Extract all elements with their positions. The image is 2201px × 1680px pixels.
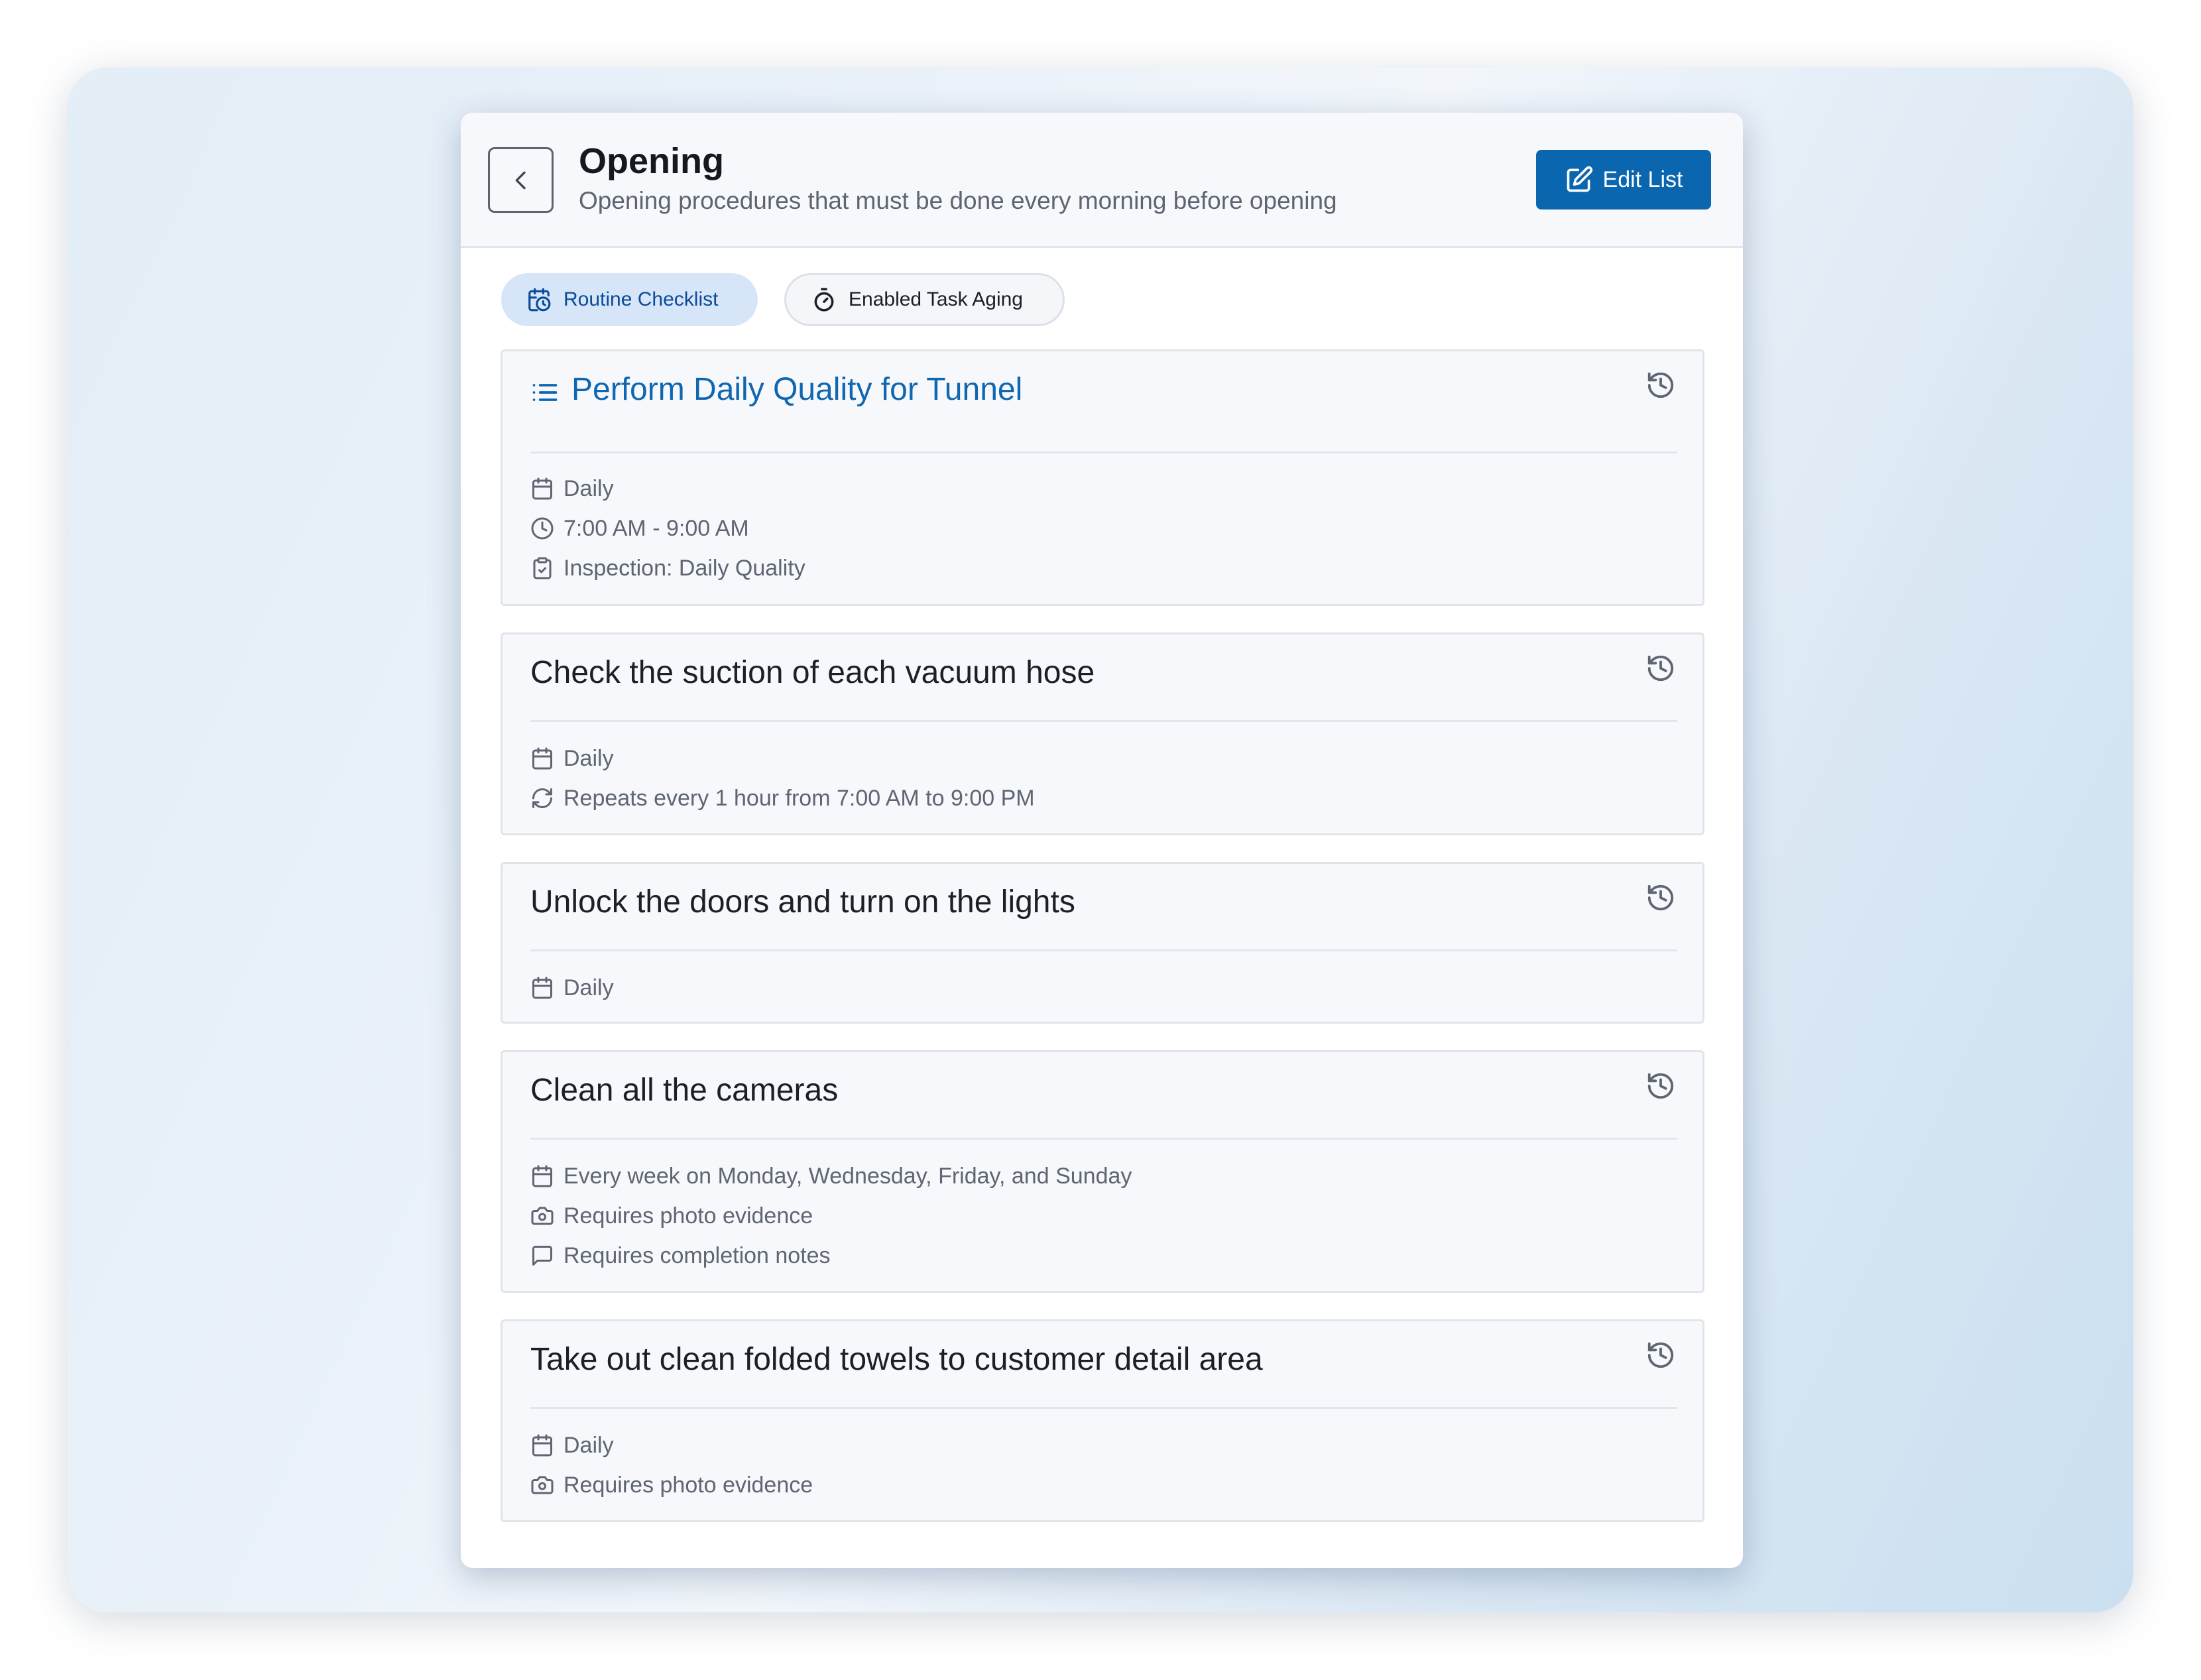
routine-checklist-tag: Routine Checklist [501,273,758,326]
inspection-meta: Inspection: Daily Quality [530,552,805,585]
task-title[interactable]: Perform Daily Quality for Tunnel [571,371,1022,408]
task-title: Take out clean folded towels to customer… [530,1342,1263,1377]
comment-icon [532,1246,552,1266]
history-icon[interactable] [1645,1340,1676,1370]
calendar-clock-icon [528,288,551,312]
schedule-meta: Daily [530,472,614,505]
history-icon[interactable] [1645,882,1676,913]
camera-icon [531,1207,554,1225]
task-card[interactable]: Clean all the cameras Every week on Mond… [501,1050,1704,1293]
clock-icon [531,517,554,540]
photo-requirement-meta: Requires photo evidence [530,1199,813,1232]
routine-checklist-label: Routine Checklist [564,288,719,310]
task-card[interactable]: Check the suction of each vacuum hose Da… [501,632,1704,835]
calendar-icon [532,1165,552,1187]
schedule-meta: Daily [530,742,614,775]
card-divider [530,720,1677,722]
list-icon [532,384,558,401]
card-divider [530,1138,1677,1140]
card-divider [530,451,1677,453]
edit-icon [1567,166,1592,192]
schedule-meta: Every week on Monday, Wednesday, Friday,… [530,1160,1132,1193]
task-title: Check the suction of each vacuum hose [530,655,1095,690]
edit-list-button[interactable]: Edit List [1536,150,1711,210]
page-title: Opening [579,141,724,181]
history-icon[interactable] [1645,370,1676,400]
history-icon[interactable] [1645,1071,1676,1101]
calendar-icon [532,1434,552,1457]
photo-requirement-meta: Requires photo evidence [530,1469,813,1502]
timer-icon [814,288,834,312]
task-aging-tag: Enabled Task Aging [784,273,1065,326]
edit-list-label: Edit List [1602,166,1683,192]
schedule-meta: Daily [530,1429,614,1462]
clipboard-icon [533,557,552,579]
task-title: Unlock the doors and turn on the lights [530,884,1075,920]
page-subtitle: Opening procedures that must be done eve… [579,187,1337,214]
notes-requirement-meta: Requires completion notes [530,1239,831,1272]
checklist-panel: Opening Opening procedures that must be … [461,113,1743,1568]
card-divider [530,1407,1677,1409]
calendar-icon [532,477,552,500]
task-card[interactable]: Perform Daily Quality for Tunnel Daily 7… [501,349,1704,606]
repeat-icon [532,788,552,808]
camera-icon [531,1476,554,1494]
history-icon[interactable] [1645,653,1676,684]
calendar-icon [532,747,552,770]
calendar-icon [532,977,552,999]
task-title: Clean all the cameras [530,1073,839,1108]
time-meta: 7:00 AM - 9:00 AM [530,512,749,545]
task-card[interactable]: Unlock the doors and turn on the lights … [501,862,1704,1024]
schedule-meta: Daily [530,971,614,1004]
card-divider [530,949,1677,951]
back-button[interactable] [488,147,554,213]
chevron-left-icon [515,171,526,189]
task-card[interactable]: Take out clean folded towels to customer… [501,1319,1704,1522]
task-aging-label: Enabled Task Aging [849,288,1023,310]
repeat-meta: Repeats every 1 hour from 7:00 AM to 9:0… [530,782,1035,815]
page-header: Opening Opening procedures that must be … [461,113,1743,248]
